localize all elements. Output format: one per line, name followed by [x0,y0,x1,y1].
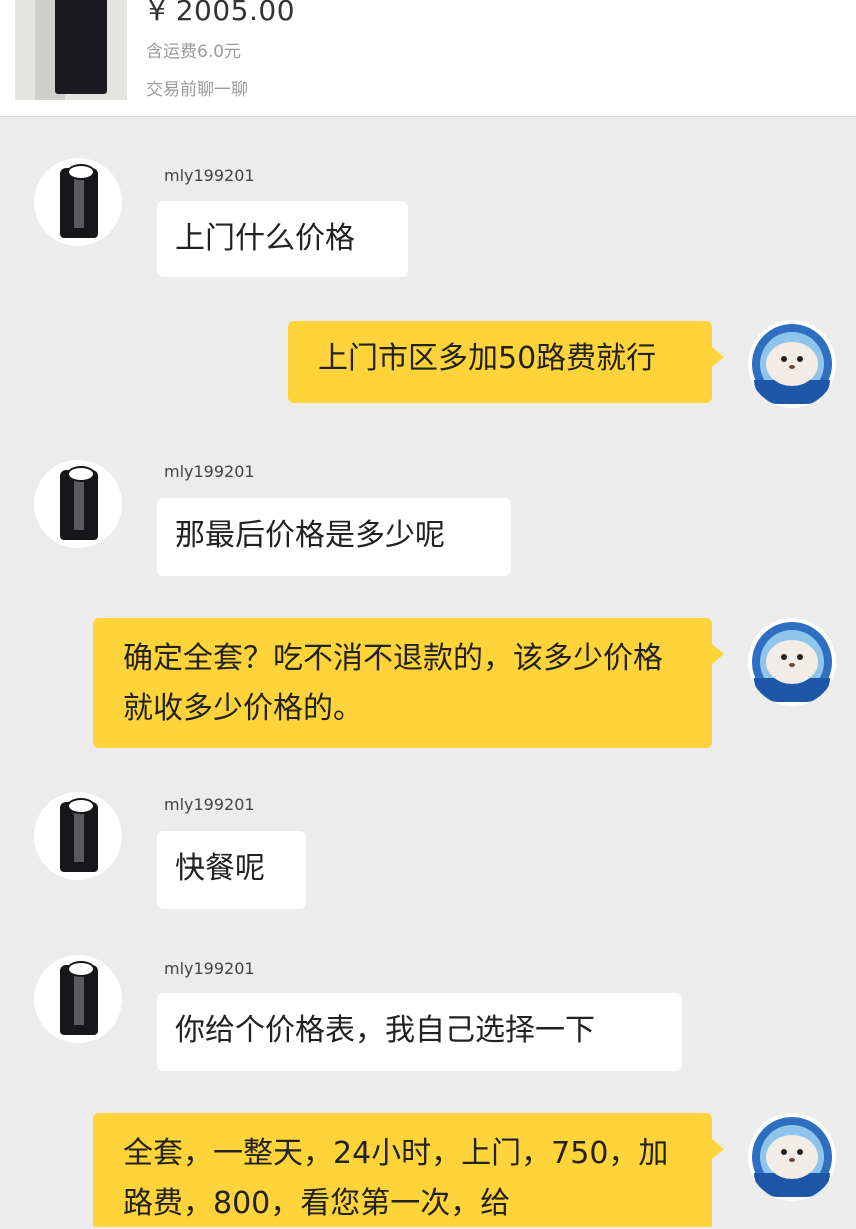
avatar-nose [789,1158,795,1162]
avatar-face [766,640,818,684]
incoming-message-bubble[interactable]: 那最后价格是多少呢 [157,498,511,576]
avatar-face [766,1135,818,1179]
avatar-eye [781,654,787,660]
vest-collar [67,798,95,814]
product-price: ¥ 2005.00 [148,0,296,27]
message-username: mly199201 [164,462,255,481]
incoming-message-bubble[interactable]: 你给个价格表，我自己选择一下 [157,993,682,1071]
seal-avatar-icon[interactable] [748,1113,836,1201]
vest-avatar-icon[interactable] [34,460,122,548]
vest-avatar-icon[interactable] [34,158,122,246]
shipping-fee: 含运费6.0元 [146,42,242,62]
avatar-nose [789,663,795,667]
vest-collar [67,961,95,977]
message-username: mly199201 [164,959,255,978]
vest-avatar-icon[interactable] [34,955,122,1043]
seal-avatar-icon[interactable] [748,320,836,408]
outgoing-message-bubble[interactable]: 上门市区多加50路费就行 [288,321,724,403]
seal-avatar-icon[interactable] [748,618,836,706]
incoming-message-bubble[interactable]: 快餐呢 [157,831,306,909]
message-username: mly199201 [164,166,255,185]
avatar-eye [797,654,803,660]
avatar-eye [781,356,787,362]
avatar-eye [797,356,803,362]
avatar-nose [789,365,795,369]
vest-collar [67,164,95,180]
avatar-eye [781,1149,787,1155]
product-image [55,0,107,94]
avatar-eye [797,1149,803,1155]
product-header[interactable]: ¥ 2005.00 含运费6.0元 交易前聊一聊 [0,0,856,117]
outgoing-message-bubble[interactable]: 全套，一整天，24小时，上门，750，加路费，800，看您第一次，给 [93,1113,724,1227]
avatar-face [766,342,818,386]
incoming-message-bubble[interactable]: 上门什么价格 [157,201,408,277]
vest-avatar-icon[interactable] [34,792,122,880]
message-username: mly199201 [164,795,255,814]
product-thumbnail[interactable] [15,0,127,100]
vest-collar [67,466,95,482]
outgoing-message-bubble[interactable]: 确定全套？吃不消不退款的，该多少价格就收多少价格的。 [93,618,724,748]
chat-hint: 交易前聊一聊 [146,80,248,100]
